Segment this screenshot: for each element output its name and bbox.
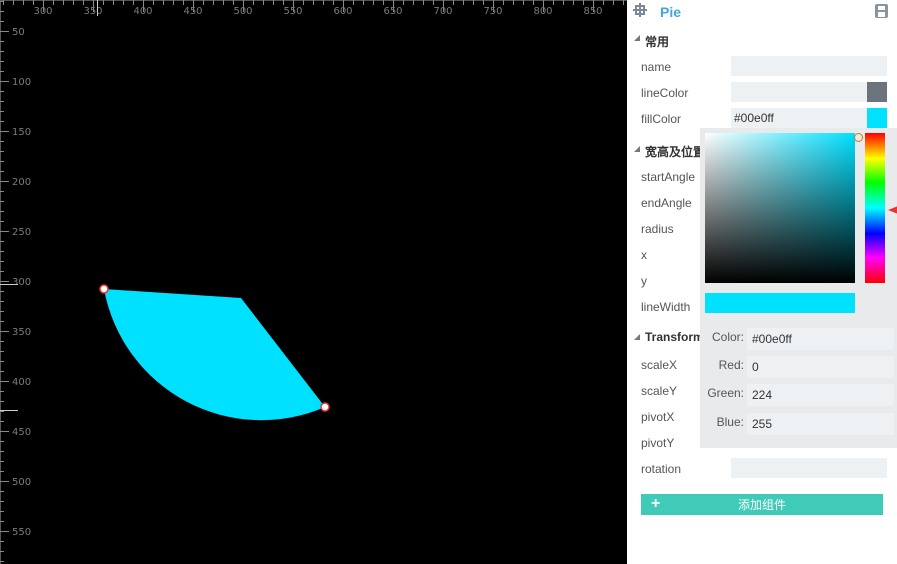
linecolor-input[interactable] (731, 82, 867, 102)
color-preview (705, 293, 855, 313)
hue-arrow-icon[interactable] (888, 206, 897, 214)
saturation-value-area[interactable] (705, 133, 863, 283)
name-label: name (641, 60, 672, 74)
fillcolor-label: fillColor (641, 112, 682, 126)
linewidth-label: lineWidth (641, 300, 691, 314)
linecolor-swatch[interactable] (867, 82, 887, 102)
top-ruler-label: 350 (83, 6, 102, 17)
rotation-label: rotation (641, 462, 682, 476)
blue-label: Blue: (716, 415, 744, 429)
top-ruler-label: 400 (133, 6, 152, 17)
red-input[interactable]: 0 (747, 356, 894, 378)
fillcolor-swatch[interactable] (867, 108, 887, 128)
panel-title: Pie (660, 4, 682, 20)
collapse-transform-icon[interactable] (634, 334, 640, 340)
radius-label: radius (641, 222, 674, 236)
section-transform[interactable]: Transform (645, 330, 704, 344)
add-component-label: 添加组件 (737, 498, 786, 512)
left-ruler-label: 50 (12, 27, 25, 38)
sv-cursor[interactable] (854, 133, 863, 142)
top-ruler-label: 600 (333, 6, 352, 17)
fillcolor-input[interactable]: #00e0ff (731, 108, 867, 128)
startangle-label: startAngle (641, 170, 696, 184)
scaley-label: scaleY (641, 384, 678, 398)
add-component-button[interactable]: + 添加组件 (641, 494, 883, 515)
top-ruler-label: 750 (483, 6, 502, 17)
pie-shape[interactable] (104, 289, 325, 421)
top-ruler-label: 800 (533, 6, 552, 17)
left-ruler-label: 200 (12, 177, 31, 188)
green-label: Green: (707, 386, 744, 400)
y-label: y (641, 274, 647, 288)
end-angle-handle[interactable] (320, 402, 330, 412)
top-ruler-label: 850 (583, 6, 602, 17)
left-ruler: 50 100 150 200 250 300 350 400 450 500 550 (0, 0, 31, 564)
left-ruler-label: 250 (12, 227, 31, 238)
top-ruler-label: 700 (433, 6, 452, 17)
rotation-input[interactable] (731, 458, 887, 478)
top-ruler-label: 450 (183, 6, 202, 17)
save-icon[interactable] (875, 4, 888, 18)
left-ruler-label: 150 (12, 127, 31, 138)
blue-input[interactable]: 255 (747, 413, 894, 435)
left-ruler-label: 450 (12, 427, 31, 438)
red-label: Red: (718, 358, 744, 372)
section-size-position[interactable]: 宽高及位置 (645, 143, 705, 160)
left-ruler-label: 400 (12, 377, 31, 388)
color-hex-label: Color: (711, 330, 744, 344)
left-ruler-label: 350 (12, 327, 31, 338)
hue-slider[interactable] (865, 133, 885, 283)
component-icon (633, 3, 647, 17)
collapse-common-icon[interactable] (634, 35, 640, 41)
canvas-svg: 300 350 400 450 500 550 600 650 700 750 800 850 50 1… (0, 0, 627, 564)
left-ruler-label: 100 (12, 77, 31, 88)
name-input[interactable] (731, 56, 887, 76)
section-common[interactable]: 常用 (645, 33, 669, 50)
stage-canvas[interactable]: 300 350 400 450 500 550 600 650 700 750 800 850 50 1… (0, 0, 627, 564)
linecolor-label: lineColor (641, 86, 689, 100)
top-ruler-label: 500 (233, 6, 252, 17)
color-hex-input[interactable]: #00e0ff (747, 328, 894, 350)
pivotx-label: pivotX (641, 410, 675, 424)
start-angle-handle[interactable] (99, 284, 109, 294)
scalex-label: scaleX (641, 358, 678, 372)
left-ruler-label: 550 (12, 527, 31, 538)
x-label: x (641, 248, 647, 262)
top-ruler-label: 550 (283, 6, 302, 17)
left-ruler-label: 500 (12, 477, 31, 488)
endangle-label: endAngle (641, 196, 692, 210)
collapse-size-icon[interactable] (634, 146, 640, 152)
pivoty-label: pivotY (641, 436, 675, 450)
color-picker-popup: Color: #00e0ff Red: 0 Green: 224 Blue: 2… (700, 128, 897, 448)
top-ruler: 300 350 400 450 500 550 600 650 700 750 800 850 (0, 0, 627, 17)
top-ruler-label: 650 (383, 6, 402, 17)
left-ruler-label: 300 (12, 277, 31, 288)
top-ruler-label: 300 (33, 6, 52, 17)
green-input[interactable]: 224 (747, 384, 894, 406)
